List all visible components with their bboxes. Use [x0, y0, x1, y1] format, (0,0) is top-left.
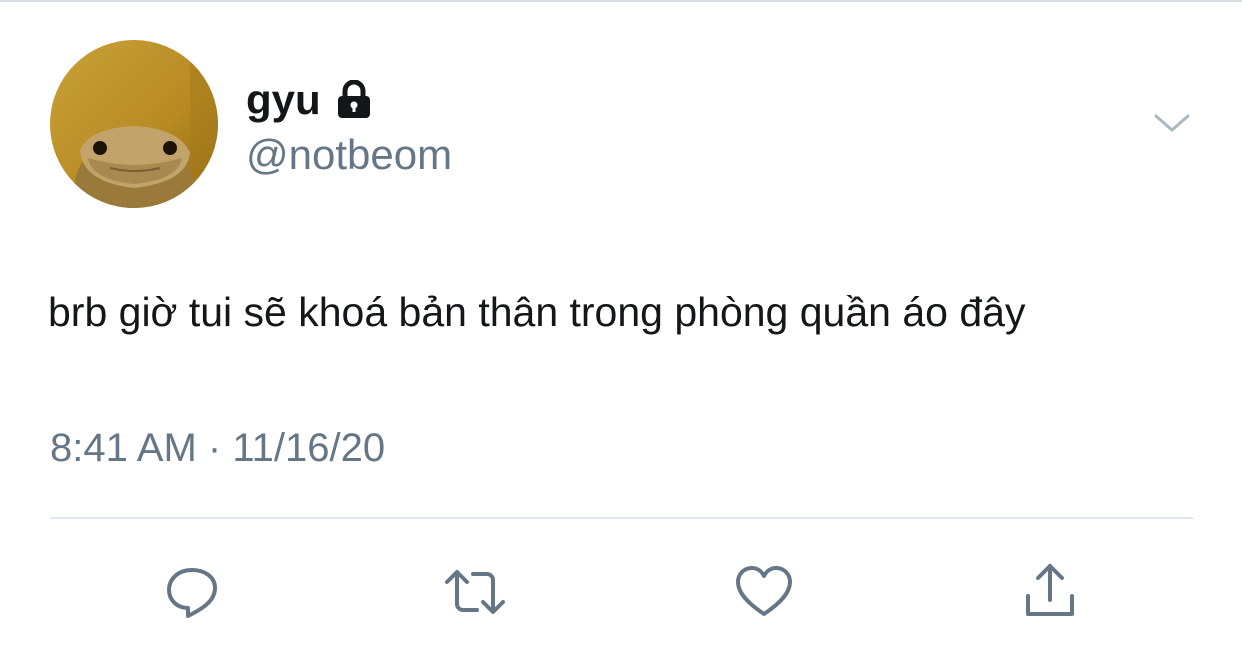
like-button[interactable]: [732, 560, 796, 624]
retweet-icon: [443, 564, 507, 620]
heart-icon: [734, 564, 794, 620]
display-name-row: gyu: [246, 72, 373, 128]
avatar[interactable]: [50, 40, 218, 208]
timestamp-separator: ·: [207, 426, 222, 470]
timestamp[interactable]: 8:41 AM · 11/16/20: [50, 428, 385, 468]
reply-icon: [164, 564, 220, 620]
handle[interactable]: @notbeom: [246, 134, 452, 176]
tweet-text: brb giờ tui sẽ khoá bản thân trong phòng…: [48, 289, 1026, 335]
retweet-button[interactable]: [443, 560, 507, 624]
tweet-time: 8:41 AM: [50, 426, 197, 470]
chevron-down-icon[interactable]: [1150, 106, 1194, 140]
share-button[interactable]: [1018, 560, 1082, 624]
tweet-date: 11/16/20: [232, 426, 386, 470]
reply-button[interactable]: [160, 560, 224, 624]
lock-icon: [335, 79, 373, 120]
display-name[interactable]: gyu: [246, 79, 321, 121]
divider: [50, 517, 1193, 519]
share-icon: [1022, 562, 1078, 622]
top-border: [0, 0, 1242, 2]
